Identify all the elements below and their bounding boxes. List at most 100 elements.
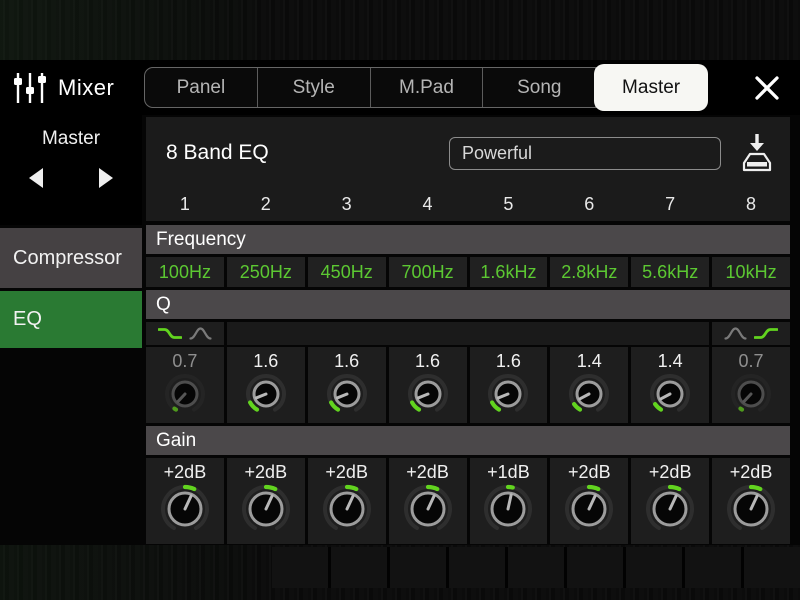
q-knob-cell[interactable]: 1.4 [631,347,709,423]
tab-panel[interactable]: Panel [145,68,258,107]
gain-knob[interactable] [322,484,372,534]
low-shelf-icon [158,326,182,341]
close-icon [753,74,781,102]
sidebar-item-compressor[interactable]: Compressor [0,228,142,288]
gain-knob-cell[interactable]: +2dB [389,458,467,544]
q-knobs-row: 0.7 1.6 1.6 1.6 1.6 1.41.4 0.7 [146,347,790,423]
tab-style[interactable]: Style [258,68,371,107]
mixer-faders-icon [12,71,48,105]
q-knob-cell[interactable]: 0.7 [712,347,790,423]
high-shelf-icon [754,326,778,341]
page-title: Mixer [58,75,114,101]
peak-icon [724,326,747,341]
q-knob[interactable] [649,373,691,415]
knob-icon [487,373,529,415]
gain-knob[interactable] [403,484,453,534]
q-knob-cell[interactable]: 1.6 [308,347,386,423]
band8-filter-type[interactable] [712,322,790,345]
peak-icon [189,326,212,341]
knob-icon [241,484,291,534]
frequency-value[interactable]: 100Hz [146,257,224,287]
q-knob-cell[interactable]: 1.6 [389,347,467,423]
band-number: 3 [308,189,386,219]
q-knob-cell[interactable]: 1.6 [470,347,548,423]
filter-type-row [146,322,790,345]
gain-knob[interactable] [483,484,533,534]
screen-reflection [272,547,800,588]
gain-value: +2dB [568,461,611,483]
frequency-value[interactable]: 250Hz [227,257,305,287]
band-number: 1 [146,189,224,219]
gain-knob[interactable] [645,484,695,534]
gain-knob-cell[interactable]: +2dB [227,458,305,544]
q-knob[interactable] [245,373,287,415]
gain-knob-cell[interactable]: +2dB [550,458,628,544]
knob-icon [245,373,287,415]
gain-value: +2dB [245,461,288,483]
band-number: 7 [631,189,709,219]
gain-knob[interactable] [241,484,291,534]
sidebar-item-eq[interactable]: EQ [0,291,142,348]
sidebar: Master CompressorEQ [0,115,142,545]
tab-mpad[interactable]: M.Pad [371,68,484,107]
q-value: 0.7 [739,350,764,372]
knob-icon [322,484,372,534]
q-knob[interactable] [407,373,449,415]
knob-icon [645,484,695,534]
knob-icon [726,484,776,534]
q-knob[interactable] [164,373,206,415]
gain-knob[interactable] [564,484,614,534]
q-knob-cell[interactable]: 0.7 [146,347,224,423]
gain-value: +2dB [406,461,449,483]
q-value: 1.6 [496,350,521,372]
gain-knob[interactable] [160,484,210,534]
band-number: 2 [227,189,305,219]
gain-knob-cell[interactable]: +2dB [146,458,224,544]
tab-master[interactable]: Master [595,65,707,110]
knob-icon [564,484,614,534]
q-label: Q [156,294,171,316]
gain-knob-cell[interactable]: +2dB [631,458,709,544]
q-value: 0.7 [172,350,197,372]
q-value: 1.6 [334,350,359,372]
part-label: Master [0,115,142,150]
gain-knob-cell[interactable]: +1dB [470,458,548,544]
q-knob[interactable] [568,373,610,415]
frequency-value[interactable]: 700Hz [389,257,467,287]
q-knob-cell[interactable]: 1.6 [227,347,305,423]
eq-header-block: 8 Band EQ Powerful 12345678 [146,117,790,221]
frequency-value[interactable]: 2.8kHz [550,257,628,287]
knob-icon [403,484,453,534]
knob-icon [407,373,449,415]
band-number: 5 [470,189,548,219]
gain-knob[interactable] [726,484,776,534]
close-button[interactable] [752,73,782,103]
gain-knobs-row: +2dB+2dB+2dB+2dB+1dB+2dB+2dB+2dB [146,458,790,544]
frequency-value[interactable]: 5.6kHz [631,257,709,287]
save-button[interactable] [738,132,776,174]
next-part-button[interactable] [94,166,118,190]
prev-part-button[interactable] [24,166,48,190]
bezel-bottom [0,545,800,600]
frequency-value[interactable]: 1.6kHz [470,257,548,287]
band-number: 8 [712,189,790,219]
gain-row-header: Gain [146,426,790,455]
frequency-row-header: Frequency [146,225,790,254]
tab-song[interactable]: Song [483,68,596,107]
q-knob[interactable] [326,373,368,415]
band-number: 4 [389,189,467,219]
band1-filter-type[interactable] [146,322,224,345]
preset-selector[interactable]: Powerful [449,137,721,170]
q-knob[interactable] [487,373,529,415]
q-knob[interactable] [730,373,772,415]
gain-knob-cell[interactable]: +2dB [712,458,790,544]
gain-knob-cell[interactable]: +2dB [308,458,386,544]
gain-value: +2dB [325,461,368,483]
frequency-value[interactable]: 450Hz [308,257,386,287]
frequency-value[interactable]: 10kHz [712,257,790,287]
gain-label: Gain [156,430,196,452]
mixer-tab-bar: PanelStyleM.PadSongMaster [144,67,707,108]
knob-icon [568,373,610,415]
gain-value: +2dB [164,461,207,483]
q-knob-cell[interactable]: 1.4 [550,347,628,423]
